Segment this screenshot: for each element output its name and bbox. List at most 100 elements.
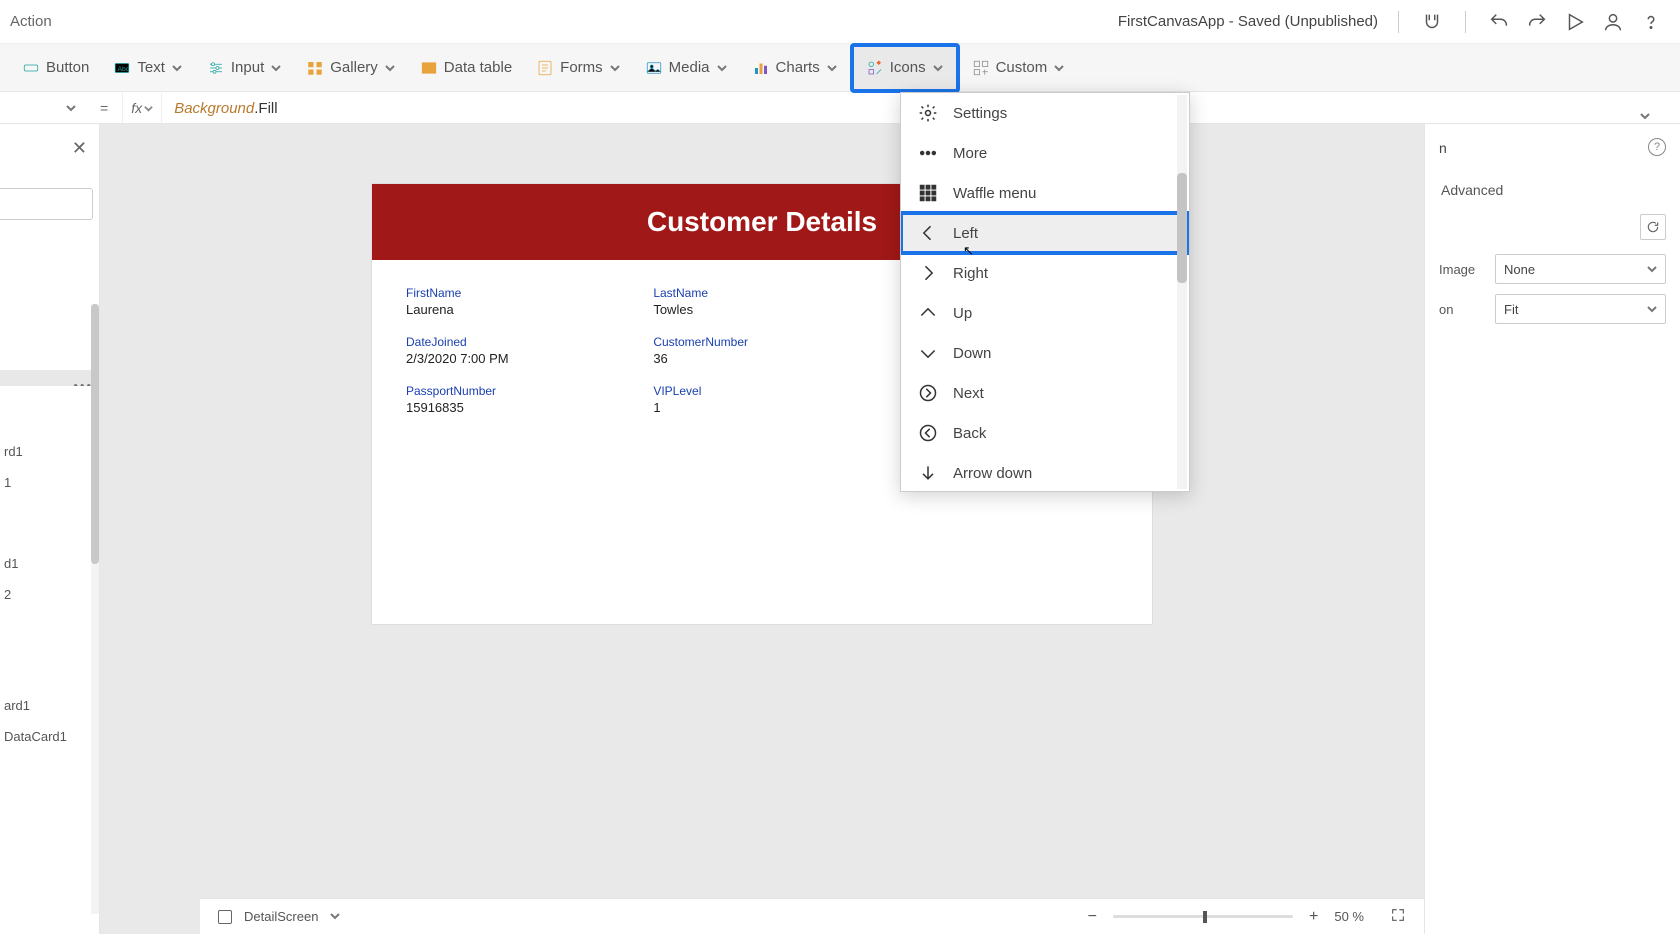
formula-object: Background xyxy=(174,100,254,117)
dd-item-waffle[interactable]: Waffle menu xyxy=(901,173,1189,213)
chevron-down-icon[interactable] xyxy=(330,909,340,924)
tree-node[interactable]: d1 xyxy=(0,548,99,579)
chevron-down-icon xyxy=(932,62,944,74)
fit-to-window-icon[interactable] xyxy=(1390,907,1406,926)
formula-property: .Fill xyxy=(254,100,277,117)
gallery-icon xyxy=(306,59,324,77)
chevron-down-icon xyxy=(270,62,282,74)
fx-button[interactable]: fx xyxy=(122,93,162,123)
status-bar: DetailScreen − + 50 % xyxy=(200,898,1424,934)
field: VIPLevel1 xyxy=(653,384,870,415)
help-icon[interactable] xyxy=(1640,11,1662,33)
tree-node[interactable]: 2 xyxy=(0,579,99,610)
close-icon[interactable]: ✕ xyxy=(72,138,87,159)
ribbon-icons[interactable]: Icons xyxy=(852,45,958,91)
ribbon-text[interactable]: Abc Text xyxy=(103,53,193,83)
field: FirstNameLaurena xyxy=(406,286,623,317)
chevron-left-icon xyxy=(917,222,939,244)
tree-node[interactable]: ard1 xyxy=(0,690,99,721)
zoom-level: 50 % xyxy=(1334,909,1364,924)
dd-item-down[interactable]: Down xyxy=(901,333,1189,373)
equals-sign: = xyxy=(86,100,122,116)
app-title: FirstCanvasApp - Saved (Unpublished) xyxy=(1118,13,1378,30)
property-selector[interactable] xyxy=(0,93,86,123)
back-icon xyxy=(917,422,939,444)
zoom-slider[interactable] xyxy=(1113,915,1293,918)
prop-image-select[interactable]: None xyxy=(1495,254,1666,284)
dropdown-scrollbar-thumb[interactable] xyxy=(1177,173,1187,283)
dd-item-next[interactable]: Next xyxy=(901,373,1189,413)
input-icon xyxy=(207,59,225,77)
properties-pane: n ? Advanced Image None on Fit xyxy=(1424,124,1680,934)
chevron-down-icon xyxy=(826,62,838,74)
dd-label: More xyxy=(953,145,987,162)
tab-action[interactable]: Action xyxy=(10,13,52,30)
ribbon-gallery-label: Gallery xyxy=(330,59,378,76)
ribbon-custom[interactable]: Custom xyxy=(962,53,1076,83)
arrow-down-icon xyxy=(917,462,939,484)
right-pane-chevron[interactable] xyxy=(1640,108,1650,126)
properties-tab-advanced[interactable]: Advanced xyxy=(1441,182,1666,198)
tree-scrollbar[interactable] xyxy=(91,304,99,564)
dd-label: Settings xyxy=(953,105,1007,122)
media-icon xyxy=(645,59,663,77)
prop-label: Image xyxy=(1439,262,1485,277)
svg-text:Abc: Abc xyxy=(118,66,130,73)
field: DateJoined2/3/2020 7:00 PM xyxy=(406,335,623,366)
tree-view: ✕ ••• rd1 1 d1 2 ard1 DataCard1 xyxy=(0,124,100,934)
tree-node[interactable]: DataCard1 xyxy=(0,721,99,752)
prop-position-select[interactable]: Fit xyxy=(1495,294,1666,324)
redo-icon[interactable] xyxy=(1526,11,1548,33)
more-icon xyxy=(917,142,939,164)
insert-ribbon: Button Abc Text Input Gallery Data table… xyxy=(0,44,1680,92)
chevron-down-icon xyxy=(1053,62,1065,74)
tree-node[interactable]: 1 xyxy=(0,467,99,498)
dropdown-scrollbar-track[interactable] xyxy=(1177,95,1187,489)
refresh-button[interactable] xyxy=(1640,214,1666,240)
app-checker-icon[interactable] xyxy=(1421,11,1443,33)
tree-search[interactable] xyxy=(0,188,93,220)
selection-name[interactable]: DetailScreen xyxy=(244,909,318,924)
waffle-icon xyxy=(917,182,939,204)
dd-item-right[interactable]: Right xyxy=(901,253,1189,293)
ribbon-charts[interactable]: Charts xyxy=(742,53,848,83)
ribbon-datatable[interactable]: Data table xyxy=(410,53,522,83)
ribbon-input-label: Input xyxy=(231,59,264,76)
dd-label: Left xyxy=(953,225,978,242)
ribbon-button[interactable]: Button xyxy=(12,53,99,83)
zoom-in-button[interactable]: + xyxy=(1305,908,1322,926)
charts-icon xyxy=(752,59,770,77)
ribbon-charts-label: Charts xyxy=(776,59,820,76)
info-icon[interactable]: ? xyxy=(1648,138,1666,156)
section-label: n xyxy=(1439,140,1447,156)
dd-label: Waffle menu xyxy=(953,185,1036,202)
undo-icon[interactable] xyxy=(1488,11,1510,33)
dd-item-more[interactable]: More xyxy=(901,133,1189,173)
prop-label: on xyxy=(1439,302,1485,317)
ribbon-forms[interactable]: Forms xyxy=(526,53,631,83)
dd-item-settings[interactable]: Settings xyxy=(901,93,1189,133)
zoom-out-button[interactable]: − xyxy=(1084,908,1101,926)
dd-item-up[interactable]: Up xyxy=(901,293,1189,333)
next-icon xyxy=(917,382,939,404)
ribbon-datatable-label: Data table xyxy=(444,59,512,76)
dd-item-back[interactable]: Back xyxy=(901,413,1189,453)
button-icon xyxy=(22,59,40,77)
ribbon-media[interactable]: Media xyxy=(635,53,738,83)
chevron-right-icon xyxy=(917,262,939,284)
dd-item-left[interactable]: Left ↖ xyxy=(901,213,1189,253)
ribbon-icons-label: Icons xyxy=(890,59,926,76)
tree-node[interactable]: rd1 xyxy=(0,436,99,467)
tree-node-selected[interactable]: ••• xyxy=(0,370,99,386)
prop-row-position: on Fit xyxy=(1439,294,1666,324)
ribbon-input[interactable]: Input xyxy=(197,53,292,83)
share-icon[interactable] xyxy=(1602,11,1624,33)
prop-row-image: Image None xyxy=(1439,254,1666,284)
ribbon-gallery[interactable]: Gallery xyxy=(296,53,406,83)
chevron-down-icon xyxy=(384,62,396,74)
dd-item-arrowdown[interactable]: Arrow down xyxy=(901,453,1189,491)
ribbon-media-label: Media xyxy=(669,59,710,76)
gear-icon xyxy=(917,102,939,124)
ribbon-forms-label: Forms xyxy=(560,59,603,76)
play-icon[interactable] xyxy=(1564,11,1586,33)
